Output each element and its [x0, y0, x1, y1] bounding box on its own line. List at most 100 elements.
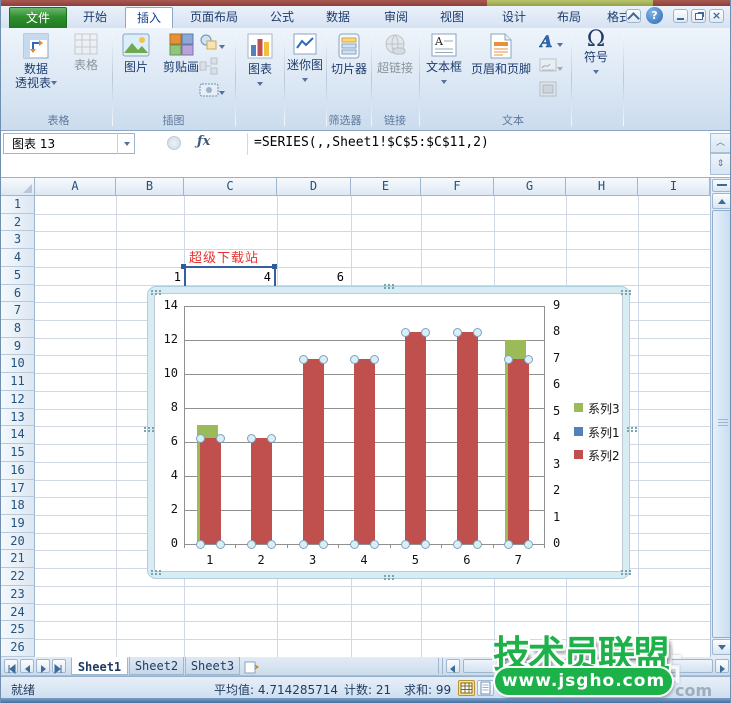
formula-input[interactable]: =SERIES(,,Sheet1!$C$5:$C$11,2) [254, 135, 489, 150]
row-header-8[interactable]: 8 [1, 320, 35, 338]
column-header-I[interactable]: I [638, 178, 710, 196]
series-selection-handle[interactable] [318, 540, 328, 549]
wordart-button[interactable]: A [538, 32, 573, 54]
legend-entry[interactable]: 系列3 [588, 400, 620, 417]
series-selection-handle[interactable] [452, 540, 462, 549]
insert-function-button[interactable]: ƒx [197, 134, 210, 149]
name-box[interactable]: 图表 13 [3, 133, 135, 154]
worksheet-grid[interactable]: A B C D E F G H I 1 2 3 4 5 6 7 8 9 10 11 12 13 14 15 16 17 18 19 20… [1, 178, 710, 657]
last-sheet-button[interactable] [52, 659, 66, 675]
clipart-button[interactable]: 剪贴画 [157, 30, 205, 74]
cell-title-text[interactable]: 超级下载站 [189, 247, 260, 267]
next-sheet-button[interactable] [36, 659, 50, 673]
legend-entry[interactable]: 系列2 [588, 447, 620, 464]
row-header-1[interactable]: 1 [1, 196, 35, 214]
cell-b5-value[interactable]: 1 [141, 270, 181, 284]
sheet-tab-sheet1[interactable]: Sheet1 [71, 657, 128, 675]
series-selection-handle[interactable] [370, 354, 379, 364]
series-selection-handle[interactable] [195, 434, 205, 444]
row-header-19[interactable]: 19 [1, 514, 35, 533]
cell-d5-value[interactable]: 6 [304, 270, 344, 284]
row-header-22[interactable]: 22 [1, 568, 35, 586]
series-selection-handle[interactable] [215, 434, 225, 444]
row-header-12[interactable]: 12 [1, 390, 35, 409]
shapes-button[interactable] [199, 33, 233, 54]
hscroll-left-button[interactable] [446, 659, 460, 673]
ribbon-collapse-button[interactable] [626, 9, 641, 25]
chart-frame-grip-icon[interactable] [151, 290, 153, 292]
hscroll-right-button[interactable] [715, 659, 729, 673]
close-button[interactable]: × [709, 9, 724, 23]
row-header-21[interactable]: 21 [1, 550, 35, 569]
series-selection-handle[interactable] [298, 354, 308, 364]
row-header-3[interactable]: 3 [1, 231, 35, 250]
row-header-7[interactable]: 7 [1, 302, 35, 321]
tab-data[interactable]: 数据 [315, 7, 361, 27]
slicer-button[interactable]: 切片器 [328, 30, 370, 76]
sheet-tab-sheet2[interactable]: Sheet2 [129, 657, 184, 675]
series-selection-handle[interactable] [318, 354, 328, 364]
row-header-17[interactable]: 17 [1, 479, 35, 498]
column-header-D[interactable]: D [277, 178, 351, 196]
bar-series2[interactable] [508, 358, 530, 544]
row-header-10[interactable]: 10 [1, 355, 35, 374]
tab-layout[interactable]: 布局 [547, 7, 591, 27]
column-header-F[interactable]: F [421, 178, 494, 196]
column-header-C[interactable]: C [184, 178, 277, 196]
row-header-6[interactable]: 6 [1, 284, 35, 303]
vertical-scrollbar[interactable] [710, 178, 730, 657]
select-all-corner[interactable] [1, 178, 35, 196]
series-selection-handle[interactable] [350, 540, 359, 549]
tab-insert[interactable]: 插入 [125, 7, 173, 29]
series-selection-handle[interactable] [350, 354, 359, 364]
bar-series2[interactable] [354, 358, 375, 544]
tab-file[interactable]: 文件 [9, 7, 67, 28]
row-header-23[interactable]: 23 [1, 585, 35, 604]
chart-frame-grip-icon[interactable] [627, 427, 629, 429]
sheet-tab-sheet3[interactable]: Sheet3 [185, 657, 240, 675]
formula-bar-resize-handle[interactable]: ⇕ [710, 153, 730, 175]
row-header-14[interactable]: 14 [1, 426, 35, 445]
column-header-E[interactable]: E [351, 178, 421, 196]
row-header-11[interactable]: 11 [1, 373, 35, 391]
row-header-5[interactable]: 5 [1, 266, 35, 285]
series-selection-handle[interactable] [215, 540, 225, 549]
split-box[interactable] [712, 179, 730, 192]
textbox-button[interactable]: A 文本框 [422, 30, 466, 89]
bar-series2[interactable] [199, 438, 221, 544]
row-header-2[interactable]: 2 [1, 213, 35, 232]
normal-view-button[interactable] [458, 680, 475, 696]
column-header-H[interactable]: H [566, 178, 638, 196]
chart-frame-grip-icon[interactable] [144, 427, 146, 429]
row-header-20[interactable]: 20 [1, 532, 35, 551]
bar-series2[interactable] [456, 332, 478, 544]
formula-bar-expand-button[interactable]: ︿ [710, 133, 730, 153]
tab-home[interactable]: 开始 [73, 7, 117, 27]
insert-worksheet-button[interactable] [244, 659, 259, 674]
row-header-26[interactable]: 26 [1, 639, 35, 657]
legend-entry[interactable]: 系列1 [588, 424, 620, 441]
scroll-up-button[interactable] [712, 193, 730, 209]
symbol-button[interactable]: Ω 符号 [575, 29, 617, 79]
minimize-button[interactable] [673, 9, 688, 23]
row-header-25[interactable]: 25 [1, 621, 35, 639]
first-sheet-button[interactable] [4, 659, 18, 675]
bar-series2[interactable] [405, 332, 427, 544]
row-header-15[interactable]: 15 [1, 444, 35, 462]
bar-series2[interactable] [251, 438, 273, 544]
chart-button[interactable]: 图表 [238, 30, 282, 91]
scrollbar-thumb[interactable] [712, 210, 730, 638]
tab-view[interactable]: 视图 [429, 7, 475, 27]
row-header-9[interactable]: 9 [1, 337, 35, 356]
restore-button[interactable] [691, 9, 706, 23]
chart-frame-grip-icon[interactable] [384, 284, 386, 286]
row-header-24[interactable]: 24 [1, 603, 35, 622]
tab-design[interactable]: 设计 [489, 7, 539, 27]
series-selection-handle[interactable] [370, 540, 379, 549]
row-header-13[interactable]: 13 [1, 408, 35, 427]
chart-frame-grip-icon[interactable] [621, 570, 623, 572]
tab-formulas[interactable]: 公式 [259, 7, 305, 27]
series-selection-handle[interactable] [298, 540, 308, 549]
row-header-4[interactable]: 4 [1, 249, 35, 267]
column-header-B[interactable]: B [116, 178, 184, 196]
